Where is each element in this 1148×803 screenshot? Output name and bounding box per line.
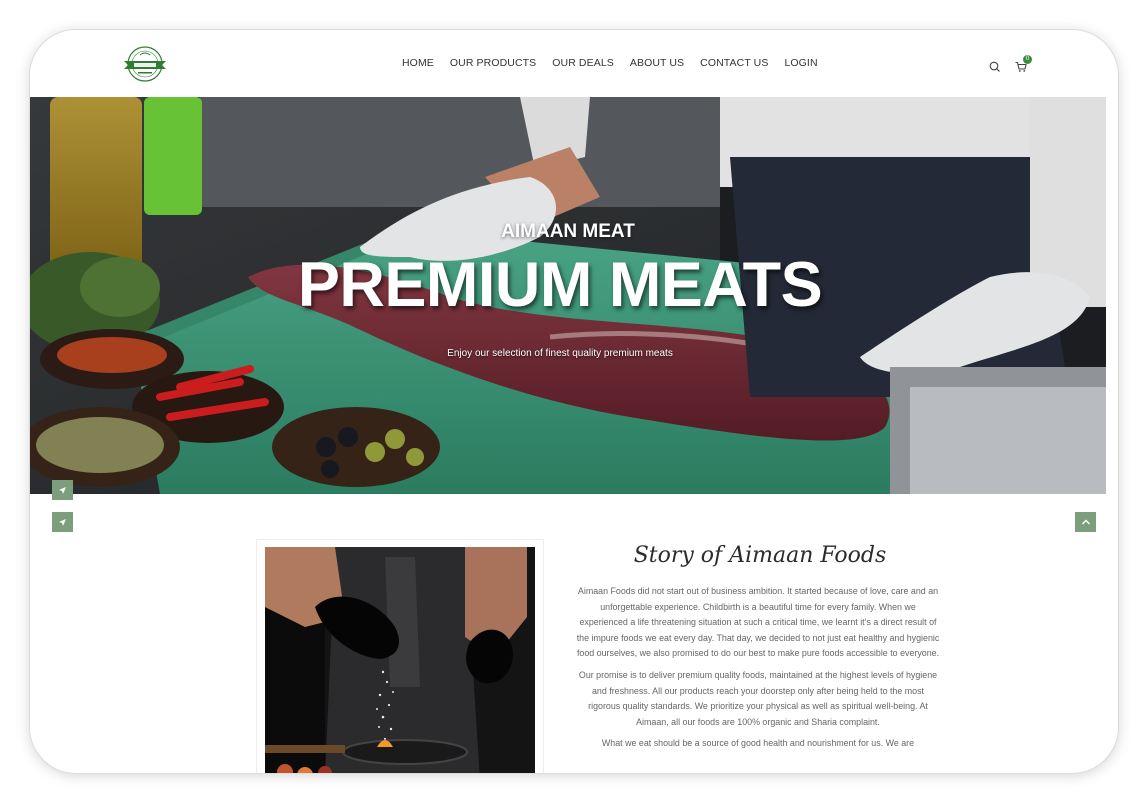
scroll-top-button[interactable] bbox=[1075, 512, 1096, 532]
main-nav: HOME OUR PRODUCTS OUR DEALS ABOUT US CON… bbox=[402, 57, 818, 69]
story-paragraph: Our promise is to deliver premium qualit… bbox=[578, 669, 938, 727]
hero-subtitle: Enjoy our selection of finest quality pr… bbox=[447, 348, 673, 359]
nav-contact-us[interactable]: CONTACT US bbox=[700, 57, 768, 69]
navigation-arrow-icon bbox=[59, 486, 66, 494]
story-paragraph: Aimaan Foods did not start out of busine… bbox=[576, 586, 940, 659]
nav-our-deals[interactable]: OUR DEALS bbox=[552, 57, 614, 69]
hero-banner: AIMAAN MEAT PREMIUM MEATS Enjoy our sele… bbox=[30, 97, 1106, 494]
cart-count-badge: 0 bbox=[1023, 55, 1032, 64]
story-title: Story of Aimaan Foods bbox=[633, 543, 887, 568]
chevron-up-icon bbox=[1081, 519, 1090, 525]
search-icon[interactable] bbox=[988, 60, 1002, 74]
site-header: HOME OUR PRODUCTS OUR DEALS ABOUT US CON… bbox=[30, 30, 1118, 97]
nav-home[interactable]: HOME bbox=[402, 57, 434, 69]
story-image bbox=[256, 539, 544, 773]
hero-eyebrow: AIMAAN MEAT bbox=[501, 221, 635, 242]
chef-seasoning-image bbox=[265, 547, 535, 773]
nav-our-products[interactable]: OUR PRODUCTS bbox=[450, 57, 536, 69]
story-paragraph: What we eat should be a source of good h… bbox=[601, 738, 915, 749]
location-button[interactable] bbox=[52, 512, 73, 532]
navigation-arrow-icon bbox=[59, 518, 66, 526]
side-nav-button[interactable] bbox=[52, 480, 73, 500]
nav-login[interactable]: LOGIN bbox=[784, 57, 817, 69]
hero-title: PREMIUM MEATS bbox=[297, 250, 823, 320]
nav-about-us[interactable]: ABOUT US bbox=[630, 57, 684, 69]
logo[interactable] bbox=[122, 44, 168, 84]
story-body: Aimaan Foods did not start out of busine… bbox=[576, 584, 940, 758]
browser-frame: HOME OUR PRODUCTS OUR DEALS ABOUT US CON… bbox=[30, 30, 1118, 773]
